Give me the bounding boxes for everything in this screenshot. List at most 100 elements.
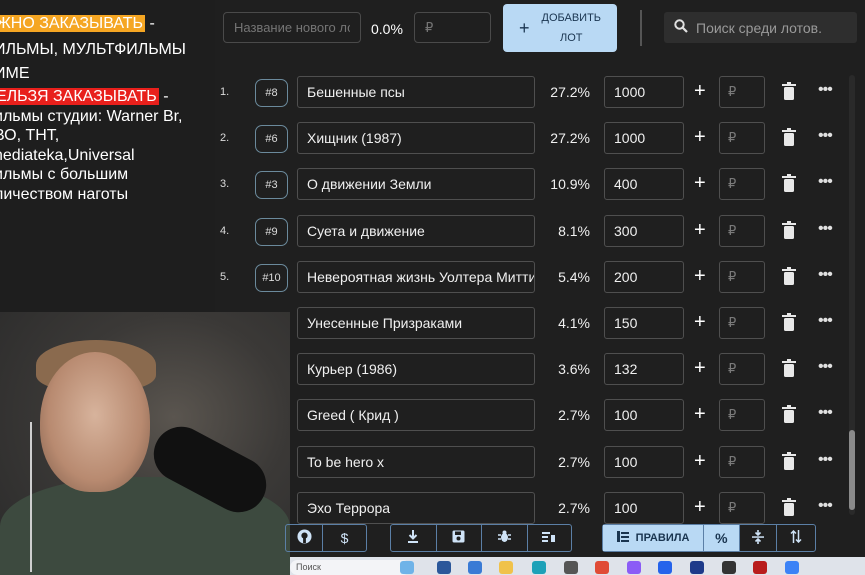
taskbar-search[interactable]: Поиск — [290, 560, 410, 575]
add-amount-input[interactable]: ₽ — [719, 307, 765, 339]
scrollbar[interactable] — [849, 75, 855, 515]
add-amount-button[interactable]: + — [694, 172, 706, 195]
add-amount-button[interactable]: + — [694, 126, 706, 149]
lot-row: 2. #6 Хищник (1987) 27.2% 1000 + ₽ ••• — [220, 122, 845, 158]
add-amount-button[interactable]: + — [694, 311, 706, 334]
add-amount-input[interactable]: ₽ — [719, 353, 765, 385]
add-amount-input[interactable]: ₽ — [719, 168, 765, 200]
lot-amount-input[interactable]: 150 — [604, 307, 684, 339]
add-amount-input[interactable]: ₽ — [719, 446, 765, 478]
trash-icon[interactable] — [782, 128, 796, 146]
lot-title-input[interactable]: To be hero x — [297, 446, 535, 478]
bug-report-button[interactable] — [482, 525, 528, 551]
lot-id-badge[interactable]: #6 — [255, 125, 288, 153]
more-options-icon[interactable]: ••• — [818, 81, 833, 99]
lot-id-badge[interactable]: #9 — [255, 218, 288, 246]
trash-icon[interactable] — [782, 405, 796, 423]
lot-percent: 8.1% — [558, 223, 590, 239]
add-amount-button[interactable]: + — [694, 80, 706, 103]
app-icon[interactable] — [785, 561, 799, 574]
github-icon — [297, 529, 312, 547]
add-amount-button[interactable]: + — [694, 450, 706, 473]
app-icon[interactable] — [722, 561, 736, 574]
save-button[interactable] — [437, 525, 482, 551]
lot-id-badge[interactable]: #3 — [255, 171, 288, 199]
lot-amount-input[interactable]: 132 — [604, 353, 684, 385]
more-options-icon[interactable]: ••• — [818, 404, 833, 422]
weather-icon[interactable] — [400, 561, 414, 574]
trash-icon[interactable] — [782, 359, 796, 377]
add-amount-input[interactable]: ₽ — [719, 261, 765, 293]
more-options-icon[interactable]: ••• — [818, 312, 833, 330]
clear-list-button[interactable] — [528, 525, 572, 551]
taskview-icon[interactable] — [437, 561, 451, 574]
donate-button[interactable]: $ — [323, 525, 366, 551]
more-options-icon[interactable]: ••• — [818, 451, 833, 469]
add-amount-button[interactable]: + — [694, 357, 706, 380]
new-lot-amount-field[interactable] — [414, 12, 491, 43]
lot-title-input[interactable]: Greed ( Крид ) — [297, 399, 535, 431]
lot-id-badge[interactable]: #8 — [255, 79, 288, 107]
folder-icon[interactable] — [499, 561, 513, 574]
trash-icon[interactable] — [782, 498, 796, 516]
lot-title-input[interactable]: Унесенные Призраками — [297, 307, 535, 339]
new-lot-name-field[interactable] — [223, 12, 361, 43]
rules-button[interactable]: ПРАВИЛА — [603, 525, 705, 551]
add-amount-input[interactable]: ₽ — [719, 215, 765, 247]
store-icon[interactable] — [468, 561, 482, 574]
add-amount-input[interactable]: ₽ — [719, 399, 765, 431]
more-options-icon[interactable]: ••• — [818, 173, 833, 191]
lot-title-input[interactable]: Невероятная жизнь Уолтера Митти — [297, 261, 535, 293]
lot-amount-input[interactable]: 300 — [604, 215, 684, 247]
github-button[interactable] — [286, 525, 324, 551]
trash-icon[interactable] — [782, 174, 796, 192]
trash-icon[interactable] — [782, 313, 796, 331]
add-lot-button[interactable]: + ДОБАВИТЬ ЛОТ — [503, 4, 617, 52]
edge-icon[interactable] — [532, 561, 546, 574]
lot-amount-input[interactable]: 200 — [604, 261, 684, 293]
lot-amount-input[interactable]: 1000 — [604, 122, 684, 154]
trash-icon[interactable] — [782, 82, 796, 100]
search-field[interactable]: Поиск среди лотов. — [664, 12, 857, 43]
new-lot-amount-input[interactable] — [423, 19, 482, 36]
lot-amount-input[interactable]: 100 — [604, 399, 684, 431]
chrome-icon[interactable] — [595, 561, 609, 574]
scrollbar-thumb[interactable] — [849, 430, 855, 510]
more-options-icon[interactable]: ••• — [818, 497, 833, 515]
trash-icon[interactable] — [782, 267, 796, 285]
trash-icon[interactable] — [782, 221, 796, 239]
lot-title-input[interactable]: Курьер (1986) — [297, 353, 535, 385]
add-amount-button[interactable]: + — [694, 265, 706, 288]
lot-title-input[interactable]: Суета и движение — [297, 215, 535, 247]
app-icon[interactable] — [753, 561, 767, 574]
lot-amount-input[interactable]: 400 — [604, 168, 684, 200]
sort-button[interactable] — [777, 525, 815, 551]
compact-view-button[interactable] — [740, 525, 778, 551]
lot-amount-input[interactable]: 100 — [604, 446, 684, 478]
add-amount-input[interactable]: ₽ — [719, 492, 765, 524]
trash-icon[interactable] — [782, 452, 796, 470]
app-icon[interactable] — [690, 561, 704, 574]
app-icon[interactable] — [564, 561, 578, 574]
app-icon[interactable] — [627, 561, 641, 574]
lot-title-input[interactable]: О движении Земли — [297, 168, 535, 200]
add-amount-input[interactable]: ₽ — [719, 76, 765, 108]
lot-amount-input[interactable]: 1000 — [604, 76, 684, 108]
lot-id-badge[interactable]: #10 — [255, 264, 288, 292]
lot-amount-input[interactable]: 100 — [604, 492, 684, 524]
add-amount-button[interactable]: + — [694, 219, 706, 242]
app-icon[interactable] — [658, 561, 672, 574]
percent-mode-button[interactable]: % — [704, 525, 740, 551]
more-options-icon[interactable]: ••• — [818, 358, 833, 376]
add-amount-button[interactable]: + — [694, 496, 706, 519]
download-button[interactable] — [391, 525, 437, 551]
more-options-icon[interactable]: ••• — [818, 127, 833, 145]
lot-title-input[interactable]: Хищник (1987) — [297, 122, 535, 154]
add-amount-input[interactable]: ₽ — [719, 122, 765, 154]
new-lot-name-input[interactable] — [232, 19, 352, 36]
lot-title-input[interactable]: Эхо Террора — [297, 492, 535, 524]
add-amount-button[interactable]: + — [694, 403, 706, 426]
more-options-icon[interactable]: ••• — [818, 220, 833, 238]
lot-title-input[interactable]: Бешенные псы — [297, 76, 535, 108]
more-options-icon[interactable]: ••• — [818, 266, 833, 284]
